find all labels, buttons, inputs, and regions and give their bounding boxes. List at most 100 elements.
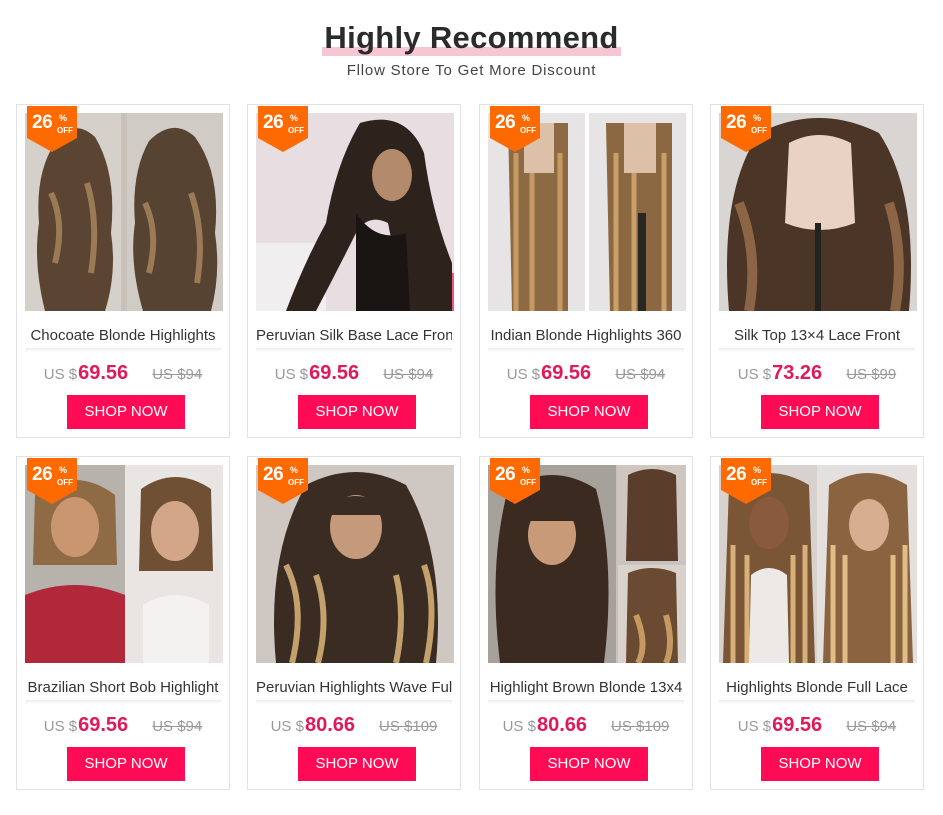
product-name[interactable]: Peruvian Highlights Wave Full bbox=[256, 678, 452, 700]
discount-value: 26 bbox=[32, 112, 53, 133]
discount-off-label: OFF bbox=[57, 126, 73, 135]
section-title-text: Highly Recommend bbox=[324, 20, 619, 55]
discount-value: 26 bbox=[32, 464, 53, 485]
original-price: US $94 bbox=[846, 718, 897, 735]
original-price: US $94 bbox=[615, 366, 666, 383]
currency-label: US $ bbox=[506, 366, 541, 383]
section-title: Highly Recommend bbox=[322, 18, 621, 58]
sale-price: 80.66 bbox=[536, 714, 588, 736]
shop-now-button[interactable]: SHOP NOW bbox=[298, 747, 416, 781]
discount-percent: % bbox=[522, 113, 531, 123]
discount-badge: 26 % OFF bbox=[258, 458, 308, 504]
product-card[interactable]: 26 % OFF Brazilian Short Bob Highlight U… bbox=[16, 456, 230, 790]
product-name[interactable]: Peruvian Silk Base Lace Front bbox=[256, 326, 452, 348]
shop-now-button[interactable]: SHOP NOW bbox=[530, 747, 648, 781]
price-row: US $69.56 US $94 bbox=[711, 714, 923, 737]
discount-value: 26 bbox=[263, 112, 284, 133]
price-row: US $80.66 US $109 bbox=[480, 714, 692, 737]
discount-off-label: OFF bbox=[288, 478, 304, 487]
discount-percent: % bbox=[290, 113, 299, 123]
discount-off-label: OFF bbox=[57, 478, 73, 487]
currency-label: US $ bbox=[274, 366, 309, 383]
discount-badge: 26 % OFF bbox=[721, 458, 771, 504]
sale-price: 69.56 bbox=[772, 714, 823, 736]
shop-now-button[interactable]: SHOP NOW bbox=[67, 395, 185, 429]
product-card[interactable]: 26 % OFF Peruvian Highlights Wave Full U… bbox=[247, 456, 461, 790]
price-row: US $80.66 US $109 bbox=[248, 714, 460, 737]
title-wrap: Highly Recommend bbox=[0, 18, 943, 58]
section-subtitle: Fllow Store To Get More Discount bbox=[346, 62, 597, 79]
shop-now-button[interactable]: SHOP NOW bbox=[67, 747, 185, 781]
original-price: US $94 bbox=[152, 366, 203, 383]
product-card[interactable]: 26 % OFF Silk Top 13×4 Lace Front US $73… bbox=[710, 104, 924, 438]
product-name[interactable]: Highlights Blonde Full Lace bbox=[719, 678, 915, 700]
discount-percent: % bbox=[59, 465, 68, 475]
sale-price: 69.56 bbox=[78, 714, 129, 736]
currency-label: US $ bbox=[502, 718, 536, 735]
discount-value: 26 bbox=[726, 464, 747, 485]
product-name-overflow bbox=[25, 348, 221, 352]
currency-label: US $ bbox=[737, 366, 772, 383]
price-row: US $69.56 US $94 bbox=[480, 362, 692, 385]
product-name[interactable]: Silk Top 13×4 Lace Front bbox=[719, 326, 915, 348]
original-price: US $94 bbox=[152, 718, 203, 735]
shop-now-button[interactable]: SHOP NOW bbox=[761, 747, 879, 781]
sale-price: 69.56 bbox=[309, 362, 360, 384]
original-price: US $94 bbox=[383, 366, 434, 383]
discount-value: 26 bbox=[495, 464, 516, 485]
currency-label: US $ bbox=[737, 718, 772, 735]
product-name[interactable]: Brazilian Short Bob Highlight bbox=[25, 678, 221, 700]
shop-now-button[interactable]: SHOP NOW bbox=[761, 395, 879, 429]
product-name-overflow bbox=[488, 348, 684, 352]
discount-off-label: OFF bbox=[288, 126, 304, 135]
discount-off-label: OFF bbox=[751, 126, 767, 135]
product-name-overflow bbox=[488, 700, 684, 704]
product-card[interactable]: 26 % OFF Chocoate Blonde Highlights US $… bbox=[16, 104, 230, 438]
discount-badge: 26 % OFF bbox=[27, 106, 77, 152]
price-row: US $69.56 US $94 bbox=[248, 362, 460, 385]
product-card[interactable]: 26 % OFF Highlight Brown Blonde 13x4 US … bbox=[479, 456, 693, 790]
original-price: US $109 bbox=[611, 718, 670, 735]
product-name[interactable]: Highlight Brown Blonde 13x4 bbox=[488, 678, 684, 700]
original-price: US $109 bbox=[379, 718, 438, 735]
price-row: US $69.56 US $94 bbox=[17, 714, 229, 737]
sale-price: 69.56 bbox=[78, 362, 129, 384]
discount-value: 26 bbox=[263, 464, 284, 485]
section-header: Highly Recommend Fllow Store To Get More… bbox=[0, 0, 943, 100]
discount-percent: % bbox=[522, 465, 531, 475]
discount-percent: % bbox=[59, 113, 68, 123]
price-row: US $69.56 US $94 bbox=[17, 362, 229, 385]
sale-price: 80.66 bbox=[304, 714, 356, 736]
product-card[interactable]: 26 % OFF Peruvian Silk Base Lace Front U… bbox=[247, 104, 461, 438]
discount-badge: 26 % OFF bbox=[27, 458, 77, 504]
product-name-overflow bbox=[256, 700, 452, 704]
currency-label: US $ bbox=[43, 366, 78, 383]
product-name[interactable]: Indian Blonde Highlights 360 bbox=[488, 326, 684, 348]
discount-percent: % bbox=[290, 465, 299, 475]
product-card[interactable]: 26 % OFF Indian Blonde Highlights 360 US… bbox=[479, 104, 693, 438]
product-name-overflow bbox=[719, 348, 915, 352]
discount-badge: 26 % OFF bbox=[490, 458, 540, 504]
discount-percent: % bbox=[753, 465, 762, 475]
sale-price: 69.56 bbox=[541, 362, 592, 384]
shop-now-button[interactable]: SHOP NOW bbox=[530, 395, 648, 429]
currency-label: US $ bbox=[43, 718, 78, 735]
shop-now-button[interactable]: SHOP NOW bbox=[298, 395, 416, 429]
product-name[interactable]: Chocoate Blonde Highlights bbox=[25, 326, 221, 348]
discount-off-label: OFF bbox=[751, 478, 767, 487]
discount-off-label: OFF bbox=[520, 126, 536, 135]
price-row: US $73.26 US $99 bbox=[711, 362, 923, 385]
discount-badge: 26 % OFF bbox=[490, 106, 540, 152]
discount-value: 26 bbox=[726, 112, 747, 133]
discount-badge: 26 % OFF bbox=[721, 106, 771, 152]
product-name-overflow bbox=[256, 348, 452, 352]
product-name-overflow bbox=[719, 700, 915, 704]
discount-percent: % bbox=[753, 113, 762, 123]
product-name-overflow bbox=[25, 700, 221, 704]
discount-value: 26 bbox=[495, 112, 516, 133]
discount-badge: 26 % OFF bbox=[258, 106, 308, 152]
sale-price: 73.26 bbox=[772, 362, 823, 384]
original-price: US $99 bbox=[846, 366, 897, 383]
product-card[interactable]: 26 % OFF Highlights Blonde Full Lace US … bbox=[710, 456, 924, 790]
discount-off-label: OFF bbox=[520, 478, 536, 487]
